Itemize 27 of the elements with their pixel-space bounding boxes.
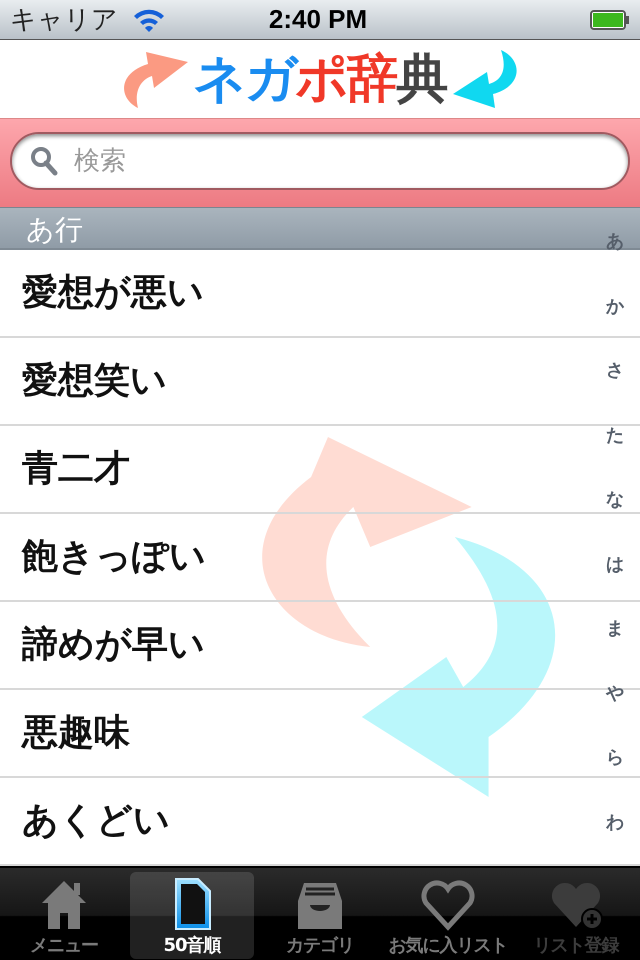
- tab-item[interactable]: 50音順: [130, 872, 254, 959]
- index-letter[interactable]: な: [606, 487, 624, 512]
- list-item[interactable]: 愛想笑い: [22, 360, 167, 401]
- index-letter[interactable]: ま: [606, 616, 624, 640]
- list-item[interactable]: 愛想が悪い: [22, 272, 204, 313]
- tab-item[interactable]: メニュー: [2, 872, 126, 959]
- list-item[interactable]: あくどい: [22, 800, 170, 841]
- index-letter[interactable]: や: [606, 680, 624, 705]
- index-letter[interactable]: さ: [606, 358, 624, 382]
- list-item[interactable]: 飽きっぽい: [22, 536, 206, 577]
- list-item[interactable]: 悪趣味: [22, 712, 130, 753]
- clock-time: 2:40 PM: [268, 4, 368, 35]
- list-item[interactable]: 諦めが早い: [22, 624, 205, 665]
- search-field[interactable]: 検索: [10, 132, 630, 190]
- tab-item[interactable]: カテゴリ: [258, 872, 382, 959]
- index-letter[interactable]: は: [606, 552, 624, 576]
- index-letter[interactable]: わ: [606, 810, 624, 834]
- index-letter[interactable]: た: [606, 422, 624, 447]
- list-item[interactable]: 青二才: [22, 448, 130, 489]
- wifi-icon: [132, 6, 166, 32]
- index-letter[interactable]: か: [606, 294, 624, 318]
- battery-icon: [590, 10, 630, 30]
- app-logo: ネガポ辞典: [194, 48, 446, 111]
- index-letter[interactable]: ら: [606, 745, 624, 770]
- tab-item[interactable]: お気に入リスト: [386, 872, 510, 959]
- carrier-name: キャリア: [10, 4, 118, 37]
- search-icon: [30, 146, 58, 176]
